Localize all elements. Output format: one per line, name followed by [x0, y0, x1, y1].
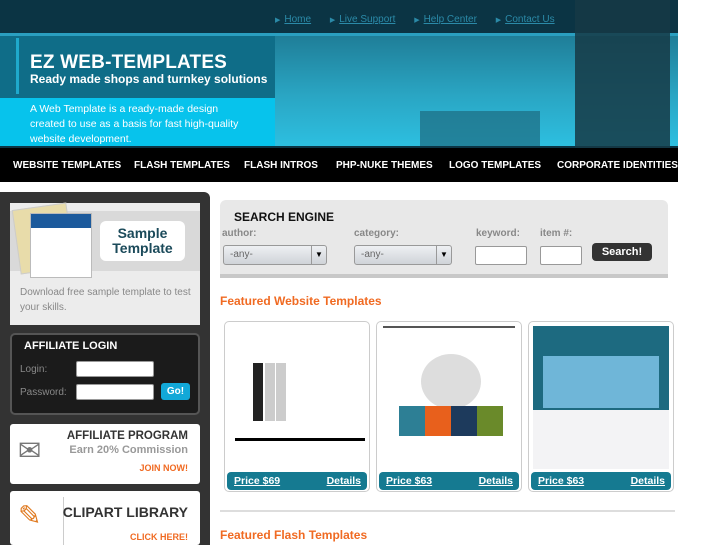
affiliate-login: AFFILIATE LOGIN Login: Password: Go! — [10, 333, 200, 415]
featured-website-title: Featured Website Templates — [220, 294, 382, 308]
link-home[interactable]: Home — [284, 14, 311, 25]
sample-description: Download free sample template to test yo… — [20, 287, 191, 313]
nav-corporate-identities[interactable]: CORPORATE IDENTITIES — [557, 160, 678, 171]
keyword-label: keyword: — [476, 228, 520, 239]
login-label: Login: — [20, 364, 48, 375]
template-card: Price $69 Details — [224, 321, 370, 492]
link-live-support[interactable]: Live Support — [339, 14, 395, 25]
join-now-link[interactable]: JOIN NOW! — [140, 463, 189, 473]
link-contact[interactable]: Contact Us — [505, 14, 554, 25]
search-button[interactable]: Search! — [592, 243, 652, 261]
arrow-icon: ▶ — [329, 17, 336, 24]
template-preview[interactable] — [381, 326, 517, 469]
nav-website-templates[interactable]: WEBSITE TEMPLATES — [13, 160, 121, 171]
details-link[interactable]: Details — [479, 475, 513, 487]
affiliate-program-banner[interactable]: ✉ AFFILIATE PROGRAM Earn 20% Commission … — [10, 424, 200, 484]
search-title: SEARCH ENGINE — [234, 210, 335, 224]
nav-flash-templates[interactable]: FLASH TEMPLATES — [134, 160, 230, 171]
details-link[interactable]: Details — [327, 475, 361, 487]
brand-title: EZ WEB-TEMPLATES — [30, 52, 228, 73]
affiliate-program-subtitle: Earn 20% Commission — [69, 444, 188, 456]
template-preview[interactable] — [229, 326, 365, 469]
login-title: AFFILIATE LOGIN — [24, 340, 118, 352]
go-button[interactable]: Go! — [161, 383, 190, 400]
card-bar: Price $63 Details — [379, 472, 519, 490]
sample-template-label: Sample Template — [100, 221, 185, 261]
top-links: ▶ Home ▶ Live Support ▶ Help Center ▶ Contac… — [275, 14, 571, 25]
author-select[interactable]: -any- ▼ — [223, 245, 327, 265]
sample-template-banner[interactable]: Sample Template Download free sample tem… — [10, 202, 200, 325]
intro-text: A Web Template is a ready-made design cr… — [30, 103, 239, 145]
arrow-icon: ▶ — [275, 17, 281, 24]
divider — [220, 510, 675, 512]
pencils-icon: ✎ — [18, 499, 42, 532]
template-card: Price $63 Details — [528, 321, 674, 492]
brand-tagline: Ready made shops and turnkey solutions — [30, 72, 268, 86]
sample-label-line1: Sample — [117, 225, 168, 241]
header-photo — [275, 0, 678, 148]
author-label: author: — [222, 228, 257, 239]
search-engine: SEARCH ENGINE author: -any- ▼ category: -… — [220, 200, 668, 278]
sample-label-line2: Template — [112, 240, 173, 256]
template-thumbnail — [30, 213, 92, 278]
author-value: -any- — [230, 249, 253, 260]
price-link[interactable]: Price $69 — [234, 475, 280, 487]
affiliate-program-title: AFFILIATE PROGRAM — [66, 430, 188, 442]
money-icon: ✉ — [18, 434, 42, 467]
template-preview[interactable] — [533, 326, 669, 469]
featured-flash-title: Featured Flash Templates — [220, 528, 368, 542]
item-input[interactable] — [540, 246, 582, 265]
clipart-library-banner[interactable]: ✎ CLIPART LIBRARY CLICK HERE! — [10, 491, 200, 545]
chevron-down-icon: ▼ — [311, 246, 326, 264]
price-link[interactable]: Price $63 — [538, 475, 584, 487]
nav-flash-intros[interactable]: FLASH INTROS — [244, 160, 318, 171]
card-bar: Price $63 Details — [531, 472, 671, 490]
main-nav: WEBSITE TEMPLATES FLASH TEMPLATES FLASH … — [0, 148, 678, 182]
login-input[interactable] — [76, 361, 154, 377]
chevron-down-icon: ▼ — [436, 246, 451, 264]
clipart-library-title: CLIPART LIBRARY — [62, 504, 188, 520]
price-link[interactable]: Price $63 — [386, 475, 432, 487]
item-label: item #: — [540, 228, 573, 239]
arrow-icon: ▶ — [414, 17, 420, 24]
arrow-icon: ▶ — [495, 17, 502, 24]
category-select[interactable]: -any- ▼ — [354, 245, 452, 265]
header: ▶ Home ▶ Live Support ▶ Help Center ▶ Contac… — [0, 0, 678, 148]
nav-php-nuke-themes[interactable]: PHP-NUKE THEMES — [336, 160, 433, 171]
category-label: category: — [354, 228, 400, 239]
link-help-center[interactable]: Help Center — [424, 14, 477, 25]
password-input[interactable] — [76, 384, 154, 400]
template-card: Price $63 Details — [376, 321, 522, 492]
category-value: -any- — [361, 249, 384, 260]
brand-accent-bar — [16, 38, 19, 94]
click-here-link[interactable]: CLICK HERE! — [130, 532, 188, 542]
password-label: Password: — [20, 387, 67, 398]
card-bar: Price $69 Details — [227, 472, 367, 490]
details-link[interactable]: Details — [631, 475, 665, 487]
brand: EZ WEB-TEMPLATES Ready made shops and tu… — [30, 52, 267, 86]
keyword-input[interactable] — [475, 246, 527, 265]
nav-logo-templates[interactable]: LOGO TEMPLATES — [449, 160, 541, 171]
